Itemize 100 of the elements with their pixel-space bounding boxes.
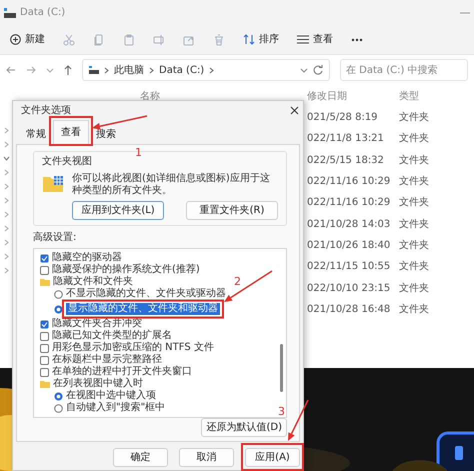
- column-header[interactable]: 名称: [140, 90, 160, 102]
- checkbox[interactable]: [40, 254, 49, 262]
- description-text: 你可以将此视图(如详细信息或图标)应用于这种类型的所有文件夹。: [72, 173, 271, 197]
- step-number: 3: [278, 405, 285, 418]
- setting-label[interactable]: 隐藏空的驱动器: [52, 252, 122, 264]
- up-icon[interactable]: [64, 65, 72, 75]
- setting-label[interactable]: 在标题栏中显示完整路径: [52, 354, 162, 366]
- date-cell-text: 022/11/15 10:55: [306, 261, 390, 272]
- chevron-down-icon[interactable]: [300, 68, 308, 72]
- folder-icon: [42, 173, 64, 193]
- chevron-right-icon[interactable]: [3, 253, 10, 260]
- radio-button[interactable]: [54, 392, 63, 400]
- checkbox[interactable]: [40, 266, 49, 274]
- checkbox[interactable]: [40, 344, 49, 352]
- setting-label[interactable]: 隐藏受保护的操作系统文件(推荐): [52, 264, 200, 276]
- dialog-button[interactable]: 确定: [113, 448, 168, 467]
- step-number: 1: [135, 146, 142, 159]
- setting-label: 在列表视图中键入时: [53, 378, 143, 390]
- step-number: 2: [234, 275, 241, 288]
- checkbox[interactable]: [40, 368, 49, 376]
- type-cell: 文件夹: [399, 240, 429, 251]
- refresh-icon[interactable]: [313, 65, 323, 75]
- more-icon[interactable]: [351, 38, 363, 42]
- date-cell-text: 022/11/16 10:29: [306, 197, 390, 208]
- tab[interactable]: 查看: [53, 120, 89, 144]
- arrow: [224, 270, 272, 302]
- close-icon[interactable]: [290, 106, 299, 115]
- folder-button[interactable]: 重置文件夹(R): [186, 201, 278, 220]
- type-cell: 文件夹: [399, 154, 429, 166]
- type-cell: 文件夹: [399, 261, 429, 272]
- chevron-right-icon[interactable]: [3, 141, 10, 148]
- highlight-frame: [49, 116, 93, 146]
- chevron-right-icon: [209, 66, 214, 74]
- type-cell: 文件夹: [399, 176, 429, 188]
- date-cell-text: 022/5/15 18:32: [306, 154, 384, 166]
- breadcrumb-item[interactable]: 此电脑: [114, 62, 144, 78]
- type-cell: 文件夹: [399, 197, 429, 208]
- arrow: [92, 115, 148, 130]
- setting-label[interactable]: 隐藏已知文件类型的扩展名: [52, 330, 172, 342]
- chevron-right-icon[interactable]: [3, 169, 10, 176]
- chevron-down-icon[interactable]: [3, 155, 10, 162]
- setting-label: 隐藏文件和文件夹: [53, 276, 133, 288]
- dialog-button[interactable]: 应用(A): [245, 448, 300, 467]
- setting-label[interactable]: 显示隐藏的文件、文件夹和驱动器: [66, 303, 220, 315]
- scrollbar-thumb[interactable]: [280, 344, 283, 392]
- new-button[interactable]: 新建: [10, 32, 45, 47]
- date-cell-text: 021/10/28 14:03: [306, 218, 390, 230]
- minimize-icon[interactable]: [460, 10, 470, 14]
- chevron-right-icon[interactable]: [3, 239, 10, 246]
- arrow: [288, 400, 309, 441]
- address-bar[interactable]: 此电脑 Data (C:): [82, 59, 330, 81]
- type-cell: 文件夹: [399, 112, 429, 124]
- type-cell: 文件夹: [399, 218, 429, 230]
- breadcrumb-item[interactable]: Data (C:): [159, 62, 204, 78]
- column-header[interactable]: 类型: [399, 90, 419, 102]
- type-cell: 文件夹: [399, 133, 429, 144]
- chevron-right-icon[interactable]: [3, 211, 10, 218]
- dialog-button[interactable]: 取消: [179, 448, 234, 467]
- chevron-right-icon: [104, 66, 109, 74]
- chevron-right-icon[interactable]: [3, 127, 10, 134]
- dialog-title: 文件夹选项: [21, 104, 71, 118]
- date-cell-text: 022/11/8 13:21: [306, 133, 384, 144]
- date-cell-text: 022/10/10 23:15: [306, 282, 390, 294]
- type-cell: 文件夹: [399, 304, 429, 315]
- sort-button[interactable]: 排序: [243, 32, 279, 47]
- view-button[interactable]: 查看: [297, 32, 333, 47]
- radio-button[interactable]: [54, 290, 63, 298]
- chevron-right-icon[interactable]: [3, 225, 10, 232]
- setting-label[interactable]: 隐藏文件夹合并冲突: [52, 318, 142, 330]
- chevron-right-icon[interactable]: [3, 197, 10, 204]
- back-icon[interactable]: [6, 66, 16, 74]
- checkbox[interactable]: [40, 356, 49, 364]
- setting-label[interactable]: 不显示隐藏的文件、文件夹或驱动器: [66, 288, 226, 300]
- tab[interactable]: 搜索: [89, 124, 123, 144]
- radio-button[interactable]: [54, 404, 63, 412]
- setting-label[interactable]: 在单独的进程中打开文件夹窗口: [52, 366, 192, 378]
- drive-icon: [89, 66, 99, 74]
- forward-icon[interactable]: [26, 66, 36, 74]
- setting-label[interactable]: 自动键入到"搜索"框中: [66, 402, 166, 414]
- search-field[interactable]: 在 Data (C:) 中搜索: [340, 59, 468, 81]
- setting-label[interactable]: 用彩色显示加密或压缩的 NTFS 文件: [52, 342, 214, 354]
- chevron-down-icon[interactable]: [46, 68, 54, 72]
- setting-label[interactable]: 在视图中选中键入项: [66, 390, 156, 402]
- date-cell-text: 021/10/26 18:40: [306, 240, 390, 251]
- window-title: Data (C:): [20, 6, 66, 20]
- checkbox[interactable]: [40, 320, 49, 328]
- menu-icon: [297, 35, 309, 44]
- column-header[interactable]: 修改日期: [303, 90, 347, 102]
- tab[interactable]: 常规: [19, 124, 53, 144]
- restore-defaults-button[interactable]: 还原为默认值(D): [201, 418, 287, 437]
- radio-button[interactable]: [54, 304, 63, 314]
- advanced-settings-label: 高级设置:: [33, 230, 78, 245]
- checkbox[interactable]: [40, 332, 49, 340]
- chevron-right-icon[interactable]: [3, 267, 10, 274]
- date-cell-text: 022/11/16 10:29: [306, 176, 390, 188]
- chevron-right-icon[interactable]: [3, 183, 10, 190]
- folder-button[interactable]: 应用到文件夹(L): [72, 201, 164, 220]
- folder-icon: [40, 278, 50, 286]
- chevron-right-icon: [149, 66, 154, 74]
- date-cell-text: 021/10/28 16:48: [306, 304, 390, 315]
